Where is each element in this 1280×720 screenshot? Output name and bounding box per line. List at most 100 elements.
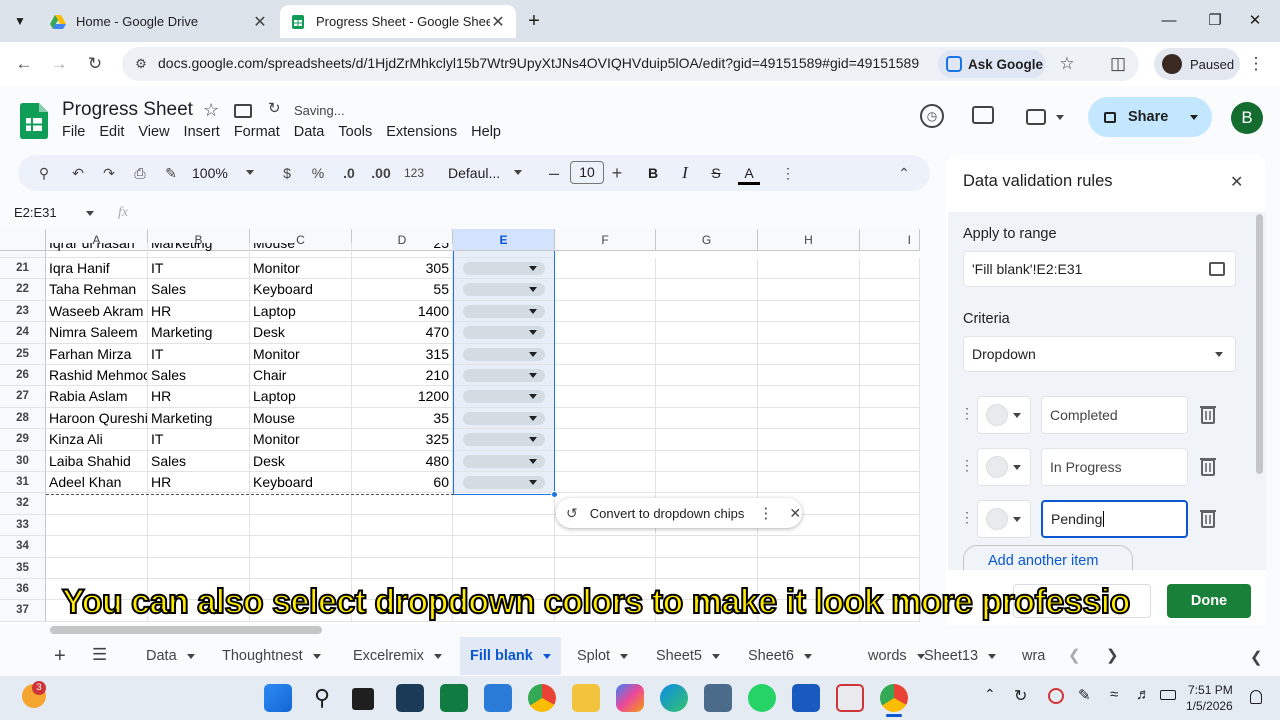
cell[interactable]: Rashid Mehmood bbox=[46, 365, 148, 387]
cell[interactable] bbox=[250, 493, 352, 515]
item-color-picker[interactable] bbox=[977, 500, 1031, 538]
more-options-icon[interactable]: ⋮ bbox=[758, 504, 773, 522]
cell[interactable] bbox=[758, 386, 860, 408]
star-icon[interactable]: ☆ bbox=[203, 100, 219, 121]
excel-icon[interactable] bbox=[440, 684, 468, 712]
cell[interactable] bbox=[555, 450, 656, 472]
drag-handle-icon[interactable]: ⋮⋮ bbox=[960, 456, 988, 474]
cell[interactable] bbox=[860, 536, 920, 558]
cell[interactable] bbox=[860, 472, 920, 494]
row-header[interactable]: 36 bbox=[0, 579, 46, 601]
cell[interactable] bbox=[352, 536, 453, 558]
cell[interactable] bbox=[250, 514, 352, 537]
scroll-tabs-left-icon[interactable]: ❮ bbox=[1068, 646, 1081, 664]
cell[interactable] bbox=[758, 322, 860, 344]
ask-google-button[interactable]: Ask Google bbox=[938, 50, 1046, 78]
increase-decimal-button[interactable]: .00 bbox=[368, 163, 394, 183]
cell[interactable] bbox=[656, 557, 758, 579]
font-select[interactable]: Defaul... bbox=[448, 163, 528, 183]
cell[interactable]: 35 bbox=[352, 407, 453, 430]
row-header[interactable] bbox=[0, 251, 46, 258]
row-header[interactable]: 37 bbox=[0, 600, 46, 622]
app-icon[interactable] bbox=[836, 684, 864, 712]
cell[interactable] bbox=[758, 472, 860, 494]
cell[interactable] bbox=[860, 450, 920, 472]
more-formats-button[interactable]: 123 bbox=[401, 163, 427, 183]
undo-icon[interactable]: ↶ bbox=[68, 163, 88, 183]
cell[interactable]: 1400 bbox=[352, 300, 453, 323]
cell[interactable] bbox=[758, 365, 860, 387]
search-icon[interactable]: ⚲ bbox=[308, 684, 336, 712]
font-size-increase-button[interactable]: + bbox=[608, 163, 626, 183]
sheet-tab-sheet13[interactable]: Sheet13 bbox=[914, 637, 1006, 675]
cell[interactable] bbox=[656, 279, 758, 301]
cell[interactable]: 315 bbox=[352, 343, 453, 365]
cell[interactable]: 470 bbox=[352, 322, 453, 344]
chevron-down-icon[interactable] bbox=[711, 653, 720, 659]
whatsapp-icon[interactable] bbox=[748, 684, 776, 712]
cell[interactable] bbox=[453, 514, 555, 537]
cell[interactable] bbox=[656, 258, 758, 280]
file-explorer-icon[interactable] bbox=[572, 684, 600, 712]
cell[interactable] bbox=[860, 429, 920, 451]
cell[interactable] bbox=[758, 536, 860, 558]
cell[interactable] bbox=[860, 258, 920, 280]
cell[interactable]: 210 bbox=[352, 365, 453, 387]
cell[interactable] bbox=[453, 493, 555, 515]
cell[interactable] bbox=[860, 407, 920, 430]
cell[interactable] bbox=[758, 450, 860, 472]
cell[interactable]: IT bbox=[148, 258, 250, 280]
print-icon[interactable]: ⎙ bbox=[130, 163, 150, 183]
sheets-logo-icon[interactable] bbox=[20, 103, 48, 139]
item-input[interactable]: Completed bbox=[1041, 396, 1188, 434]
item-input[interactable]: In Progress bbox=[1041, 448, 1188, 486]
cell[interactable] bbox=[656, 343, 758, 365]
cell[interactable] bbox=[250, 557, 352, 579]
cell[interactable] bbox=[352, 557, 453, 579]
cell[interactable]: Desk bbox=[250, 322, 352, 344]
cell[interactable]: Haroon Qureshi bbox=[46, 407, 148, 430]
collapse-toolbar-icon[interactable]: ⌃ bbox=[894, 163, 914, 183]
chevron-down-icon[interactable] bbox=[312, 653, 321, 659]
cell[interactable]: Sales bbox=[148, 365, 250, 387]
cell[interactable]: IT bbox=[148, 343, 250, 365]
bookmark-star-icon[interactable]: ☆ bbox=[1055, 52, 1079, 76]
cell[interactable] bbox=[656, 322, 758, 344]
text-color-button[interactable]: A bbox=[738, 163, 760, 185]
cell[interactable] bbox=[555, 557, 656, 579]
menu-format[interactable]: Format bbox=[234, 124, 280, 140]
cell[interactable]: Mouse bbox=[250, 407, 352, 430]
chevron-down-icon[interactable] bbox=[988, 653, 997, 659]
system-tray-chevron-icon[interactable]: ⌃ bbox=[984, 686, 996, 703]
delete-item-icon[interactable] bbox=[1198, 455, 1218, 477]
cell[interactable] bbox=[46, 493, 148, 515]
drag-handle-icon[interactable]: ⋮⋮ bbox=[960, 508, 988, 526]
horizontal-scrollbar[interactable] bbox=[50, 626, 322, 634]
row-header[interactable]: 27 bbox=[0, 386, 46, 408]
cell[interactable]: Desk bbox=[250, 450, 352, 472]
italic-button[interactable]: I bbox=[676, 163, 694, 183]
chevron-down-icon[interactable] bbox=[542, 653, 551, 659]
cell[interactable]: HR bbox=[148, 386, 250, 408]
edge-icon[interactable] bbox=[660, 684, 688, 712]
chevron-down-icon[interactable] bbox=[186, 653, 195, 659]
cell[interactable]: 480 bbox=[352, 450, 453, 472]
notifications-icon[interactable] bbox=[1250, 690, 1262, 704]
cell[interactable]: 305 bbox=[352, 258, 453, 280]
col-header-i[interactable]: I bbox=[860, 229, 920, 251]
row-header[interactable]: 21 bbox=[0, 258, 46, 280]
strikethrough-button[interactable]: S bbox=[707, 163, 725, 183]
bold-button[interactable]: B bbox=[644, 163, 662, 183]
cell[interactable]: Chair bbox=[250, 365, 352, 387]
chevron-down-icon[interactable] bbox=[433, 653, 442, 659]
zoom-select[interactable]: 100% bbox=[192, 163, 258, 183]
cell[interactable] bbox=[860, 514, 920, 537]
profile-button[interactable]: Paused bbox=[1154, 48, 1240, 80]
menu-data[interactable]: Data bbox=[294, 124, 325, 140]
cell[interactable] bbox=[758, 300, 860, 323]
tab-google-drive[interactable]: Home - Google Drive ✕ bbox=[40, 5, 278, 38]
col-header-e[interactable]: E bbox=[453, 229, 555, 251]
cell[interactable] bbox=[148, 514, 250, 537]
cell[interactable] bbox=[352, 514, 453, 537]
menu-tools[interactable]: Tools bbox=[338, 124, 372, 140]
